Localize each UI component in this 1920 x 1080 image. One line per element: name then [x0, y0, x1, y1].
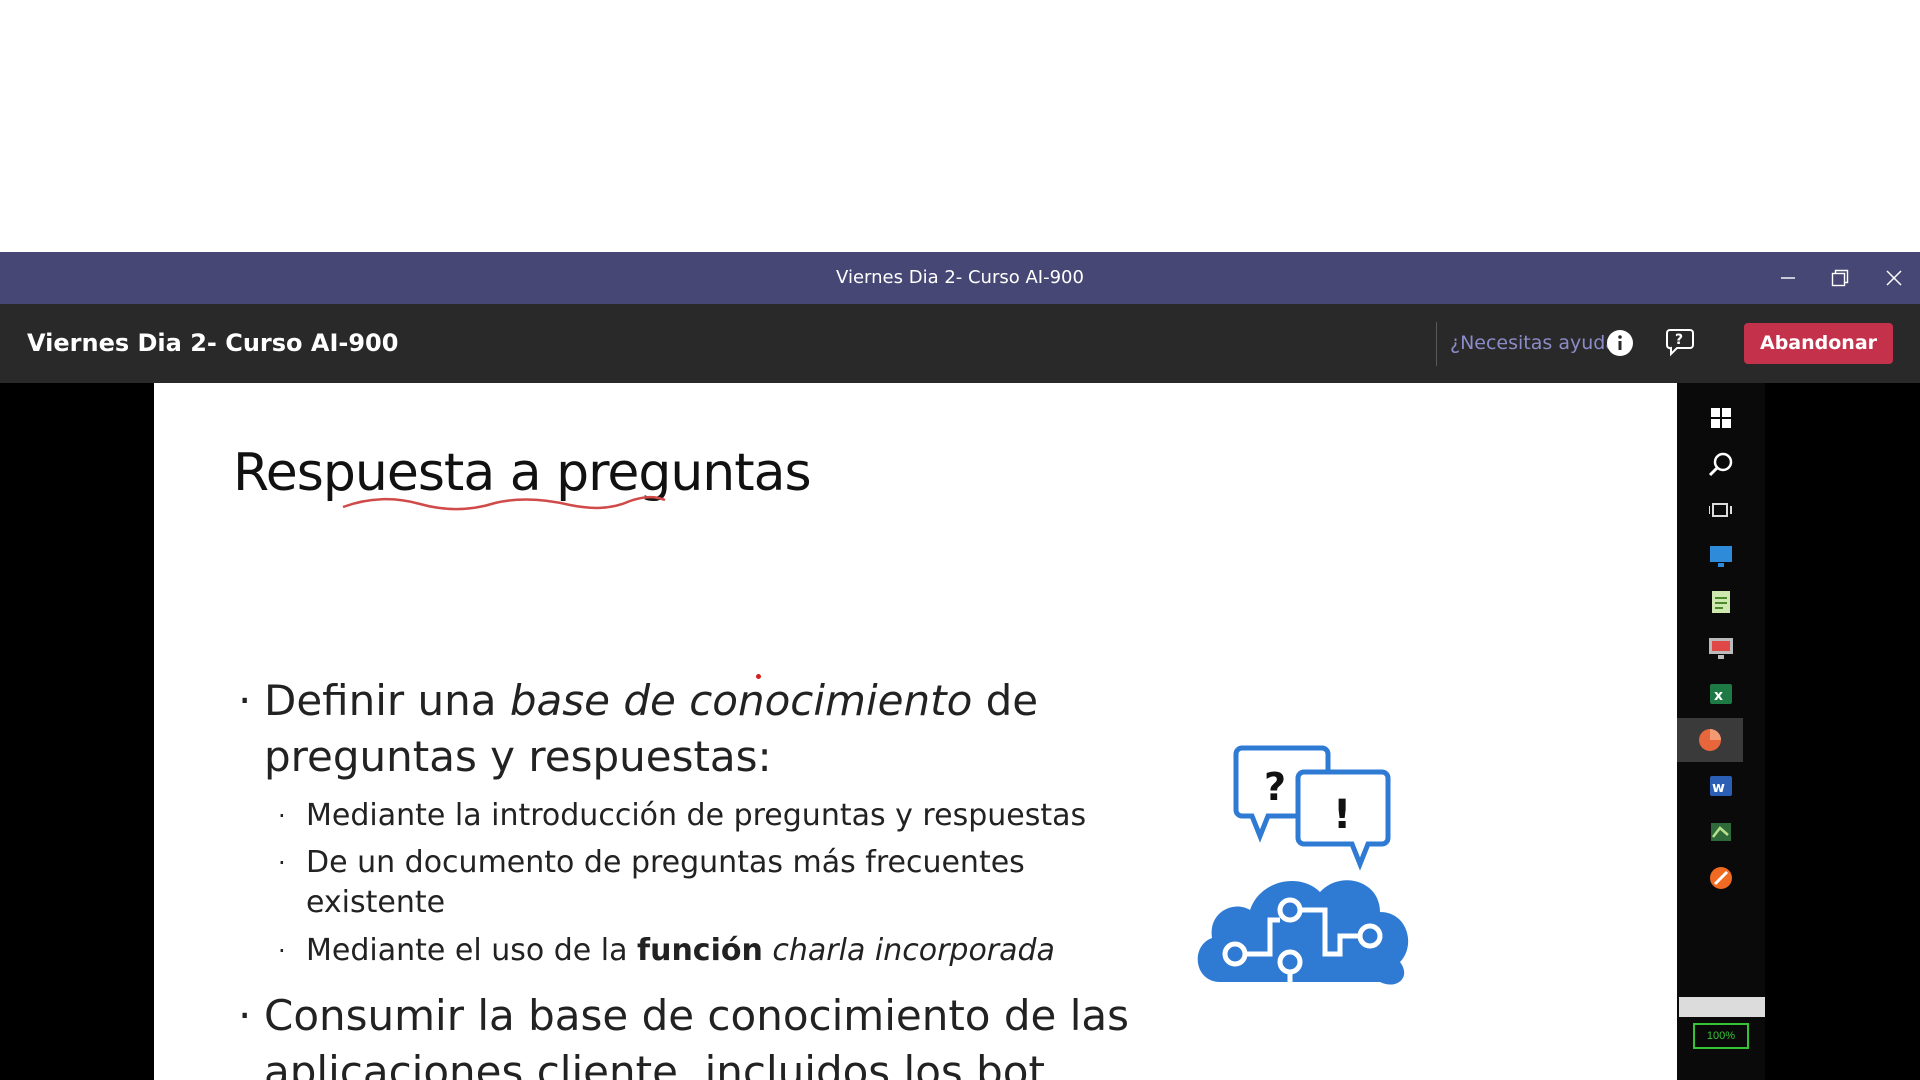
bullet-1-text: Definir una [264, 676, 510, 725]
svg-text:w: w [1712, 780, 1725, 796]
minimize-icon [1781, 277, 1795, 279]
bullet-1: · Definir una base de conocimiento de pr… [238, 676, 1039, 781]
leave-button[interactable]: Abandonar [1744, 323, 1893, 364]
svg-text:x: x [1714, 688, 1723, 704]
meeting-title: Viernes Dia 2- Curso AI-900 [27, 329, 399, 357]
monitor-icon[interactable] [1699, 534, 1743, 578]
notepad-icon[interactable] [1699, 580, 1743, 624]
presentation-slide: Respuesta a preguntas · Definir una base… [154, 383, 1677, 1080]
minimize-button[interactable] [1762, 252, 1814, 304]
close-button[interactable] [1868, 252, 1920, 304]
svg-text:?: ? [1264, 765, 1286, 809]
close-icon [1886, 270, 1902, 286]
taskbar-scrollbar[interactable] [1679, 997, 1765, 1017]
subitem-2: · De un documento de preguntas más frecu… [278, 845, 1025, 920]
subitem-3-bold: función [637, 933, 763, 968]
subitem-1: · Mediante la introducción de preguntas … [278, 798, 1087, 833]
remote-desktop-icon[interactable] [1699, 626, 1743, 670]
app-icon[interactable] [1699, 810, 1743, 854]
subitem-2-text: De un documento de preguntas más frecuen… [306, 845, 1025, 920]
window-titlebar: Viernes Dia 2- Curso AI-900 [0, 252, 1920, 304]
window-title: Viernes Dia 2- Curso AI-900 [836, 267, 1084, 288]
info-icon[interactable] [1606, 329, 1634, 362]
powerpoint-icon[interactable] [1677, 718, 1743, 762]
qna-cognitive-icon: ? ! [1197, 745, 1409, 985]
restore-button[interactable] [1814, 252, 1866, 304]
svg-text:!: ! [1333, 792, 1351, 838]
svg-text:?: ? [1675, 332, 1683, 348]
bullet-2-text: Consumir la base de conocimiento de las … [264, 991, 1129, 1080]
bullet-1-italic: base de conocimiento [509, 676, 973, 725]
subitem-3-text: Mediante el uso de la [306, 933, 638, 968]
subitem-3: · Mediante el uso de la función charla i… [278, 933, 1055, 968]
task-view-icon[interactable] [1699, 488, 1743, 532]
search-icon[interactable] [1699, 442, 1743, 486]
excel-icon[interactable]: x [1699, 672, 1743, 716]
remote-taskbar: x w [1677, 383, 1765, 1080]
bullet-2: · Consumir la base de conocimiento de la… [238, 988, 1264, 1080]
help-link[interactable]: ¿Necesitas ayuda? [1450, 304, 1627, 383]
subitem-1-text: Mediante la introducción de preguntas y … [306, 798, 1087, 833]
divider [1436, 322, 1437, 366]
blank-area [0, 0, 1920, 252]
restore-icon [1831, 269, 1849, 287]
firefox-icon[interactable] [1699, 856, 1743, 900]
annotation-underline [342, 495, 666, 511]
windows-icon[interactable] [1699, 396, 1743, 440]
chat-help-icon[interactable]: ? [1664, 326, 1698, 365]
word-icon[interactable]: w [1699, 764, 1743, 808]
battery-indicator: 100% [1693, 1023, 1749, 1049]
subitem-3-italic: charla incorporada [772, 933, 1055, 968]
